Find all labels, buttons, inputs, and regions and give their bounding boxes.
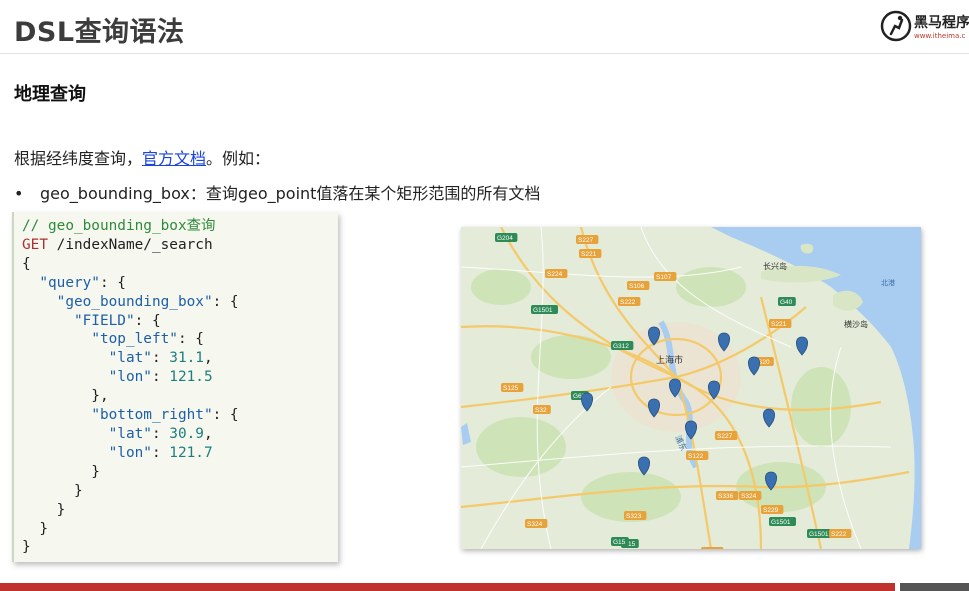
code-key: "top_left" — [91, 331, 178, 348]
section-title: 地理查询 — [14, 84, 86, 105]
code-number: 121.5 — [169, 369, 213, 386]
code-line: } — [22, 538, 338, 557]
logo-url: www.itheima.c — [914, 32, 966, 40]
code-key: "geo_bounding_box" — [56, 293, 213, 310]
footer-gray-bar — [900, 583, 969, 591]
code-line: "query": { — [39, 274, 126, 291]
road-shield-label: G1501 — [771, 519, 791, 526]
map-canvas: 上海市 长兴岛 横沙岛 北港 浦东 G204 S227S221S224S106S1… — [461, 227, 921, 549]
code-comment: // geo_bounding_box查询 — [22, 218, 216, 234]
road-shield-label: S32 — [535, 407, 547, 414]
code-line: } — [22, 463, 100, 480]
road-shield-label: G204 — [497, 235, 513, 242]
shanghai-map: 上海市 长兴岛 横沙岛 北港 浦东 G204 S227 S221 S224 S106 S1… — [461, 227, 921, 549]
island-label: 长兴岛 — [763, 261, 787, 271]
slide-title: DSL查询语法 — [14, 17, 185, 48]
code-punct: { — [22, 255, 31, 272]
bullet-marker: • — [14, 184, 24, 203]
road-shield-label: S227 — [578, 237, 594, 244]
road-shield-label: S107 — [656, 274, 672, 281]
code-line: "lon": 121.5 — [108, 369, 213, 386]
road-shield-label: S324 — [527, 521, 543, 528]
code-line: } — [22, 501, 66, 518]
road-shield-label: S323 — [626, 513, 642, 520]
code-line: "lat": 31.1, — [108, 350, 213, 367]
road-shield-label: S336 — [718, 493, 734, 500]
code-method: GET — [22, 236, 48, 253]
road-shield-label: S106 — [629, 283, 645, 290]
road-shield-label: S222 — [620, 299, 636, 306]
code-key: "query" — [39, 274, 100, 291]
city-label: 上海市 — [656, 354, 683, 365]
code-line: "bottom_right": { — [91, 407, 239, 424]
code-line: "lat": 30.9, — [108, 425, 213, 442]
road-shield-label: G1501 — [533, 307, 553, 314]
code-punct: } — [22, 539, 31, 556]
road-shield-label: S125 — [503, 385, 519, 392]
intro-text: 根据经纬度查询，官方文档。例如： — [14, 145, 270, 169]
code-line: }, — [22, 388, 109, 405]
code-number: 31.1 — [169, 350, 204, 367]
bullet-text: geo_bounding_box：查询geo_point值落在某个矩形范围的所有… — [40, 184, 541, 203]
code-line: "FIELD": { — [73, 312, 161, 329]
brand-logo: 黑马程序 www.itheima.c — [880, 10, 969, 44]
road-shield-label: S227 — [717, 433, 733, 440]
code-line: "top_left": { — [91, 331, 204, 348]
road-shield-label: G1501 — [809, 531, 829, 538]
code-line: { — [22, 255, 338, 274]
code-line: "lon": 121.7 — [108, 444, 213, 461]
road-shield-label: S221 — [581, 251, 597, 258]
road-shield-label: S222 — [831, 531, 847, 538]
road-shield-label: G312 — [613, 343, 629, 350]
logo-text: 黑马程序 — [914, 15, 969, 31]
road-shield-label: S224 — [547, 271, 563, 278]
sea-label: 北港 — [881, 278, 895, 287]
code-line: GET /indexName/_search — [22, 236, 338, 255]
road-shield-label: S229 — [763, 507, 779, 514]
code-key: "lon" — [108, 369, 152, 386]
slide-header: DSL查询语法 黑马程序 www.itheima.c — [0, 0, 969, 54]
island2-label: 横沙岛 — [844, 319, 868, 329]
code-block: // geo_bounding_box查询 GET /indexName/_se… — [12, 212, 338, 562]
code-number: 30.9 — [169, 425, 204, 442]
road-shield-label: G15 — [613, 539, 626, 546]
road-shield-label: S221 — [771, 321, 787, 328]
intro-suffix: 。例如： — [206, 149, 271, 168]
code-key: "bottom_right" — [91, 407, 213, 424]
code-line: // geo_bounding_box查询 — [22, 217, 338, 236]
code-key: "lon" — [108, 444, 152, 461]
code-line: } — [22, 520, 48, 537]
code-key: "lat" — [108, 425, 152, 442]
road-shield-label: G40 — [780, 299, 793, 306]
code-key: "FIELD" — [73, 312, 135, 329]
road-shield-label: S324 — [741, 493, 757, 500]
code-line: } — [22, 482, 83, 499]
code-path: /indexName/_search — [48, 236, 213, 253]
official-docs-link[interactable]: 官方文档 — [142, 149, 206, 168]
code-key: "lat" — [108, 350, 152, 367]
footer-accent-bar — [0, 583, 895, 591]
road-shield-label: S122 — [688, 453, 704, 460]
code-line: "geo_bounding_box": { — [56, 293, 239, 310]
bullet-item: • geo_bounding_box：查询geo_point值落在某个矩形范围的所… — [14, 180, 540, 204]
intro-prefix: 根据经纬度查询， — [14, 149, 143, 168]
runner-logo-icon — [880, 10, 912, 42]
code-number: 121.7 — [169, 444, 213, 461]
